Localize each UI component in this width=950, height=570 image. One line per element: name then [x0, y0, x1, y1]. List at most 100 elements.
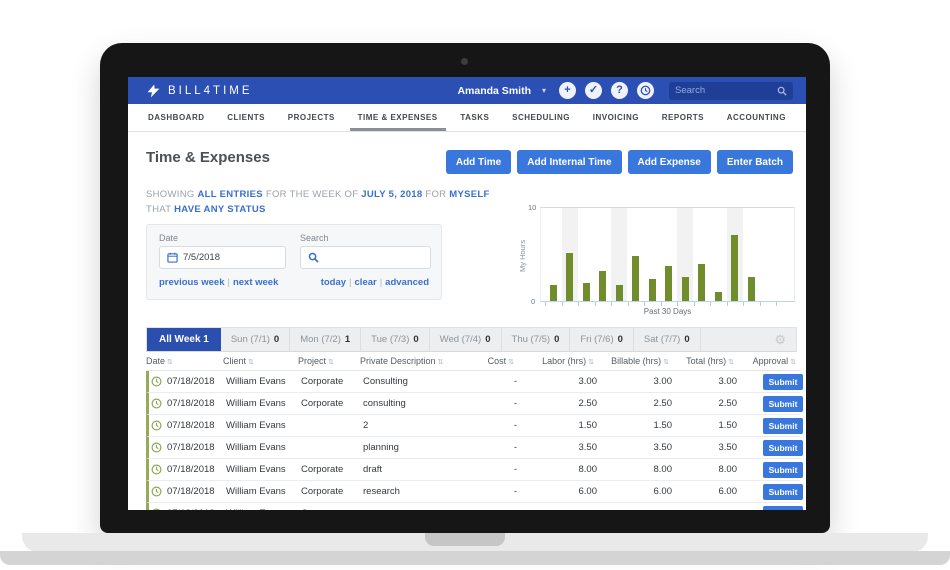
date-cell: 07/18/2018 — [149, 376, 226, 387]
week-tab-label: Fri (7/6) — [580, 334, 614, 345]
column-header-approval[interactable]: Approval ⇅ — [738, 356, 800, 366]
date-cell: 07/18/2018 — [149, 442, 226, 453]
time-entry-clock-icon — [151, 398, 162, 409]
submit-button[interactable]: Submit — [763, 483, 803, 500]
chart-bar — [582, 282, 590, 301]
date-cell: 07/18/2018 — [149, 486, 226, 497]
billable-cell: 3.00 — [653, 376, 673, 387]
nav-item-dashboard[interactable]: DASHBOARD — [148, 104, 205, 131]
x-axis-tick — [693, 302, 695, 306]
project-cell: Corporate — [301, 464, 344, 475]
sort-icon: ⇅ — [790, 359, 796, 366]
nav-item-time-expenses[interactable]: TIME & EXPENSES — [349, 104, 446, 131]
submit-button[interactable]: Submit — [763, 505, 803, 510]
nav-item-invoicing[interactable]: INVOICING — [593, 104, 639, 131]
week-tab-all[interactable]: All Week 1 — [147, 328, 221, 351]
submit-button[interactable]: Submit — [763, 461, 803, 478]
add-icon[interactable]: + — [559, 82, 576, 99]
submit-button[interactable]: Submit — [763, 417, 803, 434]
next-week-link[interactable]: next week — [233, 277, 278, 288]
nav-item-clients[interactable]: CLIENTS — [227, 104, 265, 131]
week-tab-fri[interactable]: Fri (7/6) 0 — [570, 328, 634, 351]
week-tab-label: Tue (7/3) — [371, 334, 410, 345]
week-tab-label: Wed (7/4) — [439, 334, 482, 345]
entry-search-input[interactable] — [300, 246, 431, 269]
summary-link[interactable]: HAVE ANY STATUS — [174, 204, 266, 215]
global-search[interactable] — [669, 81, 793, 100]
clear-link[interactable]: clear — [355, 277, 377, 288]
summary-link[interactable]: ALL ENTRIES — [197, 189, 262, 200]
week-tab-count: 0 — [413, 334, 419, 345]
column-header-client[interactable]: Client ⇅ — [223, 356, 298, 366]
summary-link[interactable]: MYSELF — [449, 189, 489, 200]
table-row: 07/18/2018 William Evans Corporate consulti… — [146, 393, 803, 415]
table-row: 07/18/2018 William Evans Corporate research… — [146, 481, 803, 503]
column-header-labor-hrs-[interactable]: Labor (hrs) ⇅ — [518, 356, 598, 366]
x-axis-tick — [627, 302, 629, 306]
week-tab-count: 0 — [485, 334, 491, 345]
nav-item-scheduling[interactable]: SCHEDULING — [512, 104, 570, 131]
brand-logo[interactable]: BILL4TIME — [146, 84, 253, 98]
submit-button[interactable]: Submit — [763, 373, 803, 390]
description-cell: planning — [363, 442, 399, 453]
week-tab-sat[interactable]: Sat (7/7) 0 — [634, 328, 701, 351]
submit-button[interactable]: Submit — [763, 395, 803, 412]
cost-cell: - — [481, 508, 521, 510]
approval-cell: Submit — [741, 395, 803, 412]
week-tab-tue[interactable]: Tue (7/3) 0 — [361, 328, 430, 351]
nav-item-tasks[interactable]: TASKS — [460, 104, 489, 131]
column-header-billable-hrs-[interactable]: Billable (hrs) ⇅ — [598, 356, 673, 366]
sort-icon: ⇅ — [328, 359, 334, 366]
submit-button[interactable]: Submit — [763, 439, 803, 456]
week-tab-wed[interactable]: Wed (7/4) 0 — [430, 328, 502, 351]
y-axis-label: My Hours — [518, 239, 527, 272]
approval-cell: Submit — [741, 417, 803, 434]
week-tab-mon[interactable]: Mon (7/2) 1 — [290, 328, 362, 351]
column-header-private-description[interactable]: Private Description ⇅ — [360, 356, 478, 366]
total-cell: 2.50 — [718, 398, 738, 409]
check-icon[interactable]: ✓ — [585, 82, 602, 99]
column-header-total-hrs-[interactable]: Total (hrs) ⇅ — [673, 356, 738, 366]
laptop-hinge-notch — [425, 533, 505, 546]
summary-link[interactable]: JULY 5, 2018 — [361, 189, 422, 200]
advanced-link[interactable]: advanced — [385, 277, 429, 288]
x-axis-tick — [594, 302, 596, 306]
column-header-date[interactable]: Date ⇅ — [146, 356, 223, 366]
time-entry-clock-icon — [151, 442, 162, 453]
column-header-cost[interactable]: Cost ⇅ — [478, 356, 518, 366]
week-tab-thu[interactable]: Thu (7/5) 0 — [502, 328, 571, 351]
enter-batch-button[interactable]: Enter Batch — [716, 150, 793, 174]
add-time-button[interactable]: Add Time — [445, 150, 512, 174]
time-entry-clock-icon — [151, 464, 162, 475]
table-row: 07/18/2018 William EvansCorporate - Submit — [146, 503, 803, 510]
summary-text: FOR — [422, 189, 450, 200]
page-title: Time & Expenses — [146, 149, 270, 166]
gear-icon[interactable]: ⚙ — [774, 332, 786, 348]
x-axis-tick — [710, 302, 711, 306]
date-input[interactable]: 7/5/2018 — [159, 246, 286, 269]
sort-icon: ⇅ — [588, 359, 594, 366]
add-expense-button[interactable]: Add Expense — [627, 150, 711, 174]
total-cell: 8.00 — [718, 464, 738, 475]
previous-week-link[interactable]: previous week — [159, 277, 224, 288]
nav-item-accounting[interactable]: ACCOUNTING — [727, 104, 786, 131]
approval-cell: Submit — [741, 373, 803, 390]
nav-item-projects[interactable]: PROJECTS — [288, 104, 335, 131]
user-menu[interactable]: Amanda Smith — [457, 85, 531, 97]
today-link[interactable]: today — [321, 277, 346, 288]
approval-cell: Submit — [741, 461, 803, 478]
week-tab-sun[interactable]: Sun (7/1) 0 — [221, 328, 291, 351]
description-cell: draft — [363, 464, 383, 475]
column-header-project[interactable]: Project ⇅ — [298, 356, 360, 366]
timer-icon[interactable] — [637, 82, 654, 99]
column-header-label: Approval — [752, 356, 789, 366]
date-label: Date — [159, 233, 179, 243]
help-icon[interactable]: ? — [611, 82, 628, 99]
approval-cell: Submit — [741, 505, 803, 510]
week-tab-label: Sat (7/7) — [643, 334, 681, 345]
global-search-input[interactable] — [675, 85, 777, 96]
add-internal-time-button[interactable]: Add Internal Time — [517, 150, 622, 174]
sort-icon: ⇅ — [728, 359, 734, 366]
nav-item-reports[interactable]: REPORTS — [662, 104, 704, 131]
week-tab-count: 0 — [684, 334, 690, 345]
